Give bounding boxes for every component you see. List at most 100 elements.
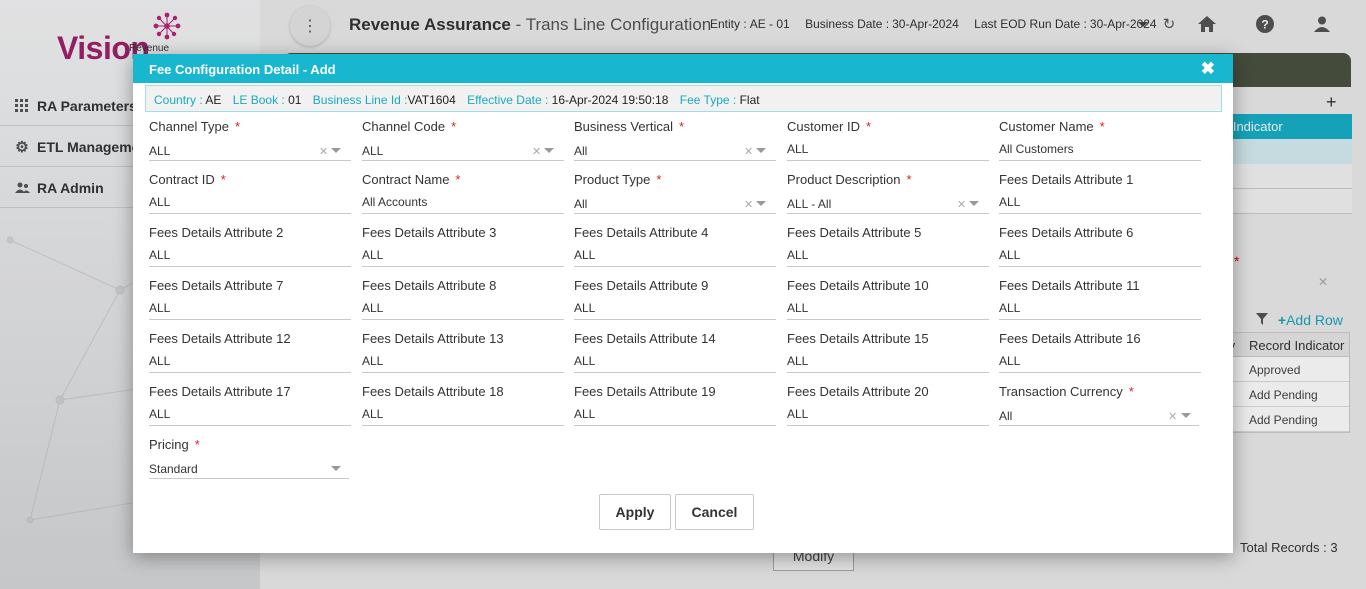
- field-label: Fees Details Attribute 4: [574, 225, 709, 240]
- customer-id-input[interactable]: ALL: [787, 137, 989, 161]
- field-label: Contract Name *: [362, 172, 461, 187]
- field-label: Product Type *: [574, 172, 662, 187]
- fees-attr-9-input[interactable]: ALL: [574, 296, 776, 320]
- close-icon[interactable]: ✖: [1201, 59, 1215, 79]
- fee-configuration-modal: Fee Configuration Detail - Add ✖ Country…: [133, 54, 1233, 553]
- field-label: Pricing *: [149, 437, 200, 452]
- fees-attr-1-input[interactable]: ALL: [999, 190, 1201, 214]
- field-label: Fees Details Attribute 10: [787, 278, 929, 293]
- field-label: Fees Details Attribute 5: [787, 225, 922, 240]
- country-label: Country :: [154, 93, 203, 107]
- clear-icon[interactable]: ✕: [1168, 410, 1177, 423]
- country-value: AE: [205, 93, 222, 107]
- fees-attr-17-input[interactable]: ALL: [149, 402, 351, 426]
- business-line-label: Business Line Id :: [312, 93, 408, 107]
- fees-attr-14-field: Fees Details Attribute 14 ALL: [574, 331, 776, 373]
- effective-date-value: 16-Apr-2024 19:50:18: [551, 93, 669, 107]
- clear-icon[interactable]: ✕: [532, 145, 541, 158]
- field-label: Transaction Currency *: [999, 384, 1134, 399]
- field-label: Fees Details Attribute 19: [574, 384, 716, 399]
- fees-attr-15-field: Fees Details Attribute 15 ALL: [787, 331, 989, 373]
- field-label: Customer Name *: [999, 119, 1105, 134]
- clear-icon[interactable]: ✕: [744, 145, 753, 158]
- clear-icon[interactable]: ✕: [319, 145, 328, 158]
- effective-date-label: Effective Date :: [467, 93, 549, 107]
- clear-icon[interactable]: ✕: [744, 198, 753, 211]
- chevron-down-icon[interactable]: [969, 201, 979, 206]
- contract-id-input[interactable]: ALL: [149, 190, 351, 214]
- fees-attr-18-input[interactable]: ALL: [362, 402, 564, 426]
- fees-attr-13-input[interactable]: ALL: [362, 349, 564, 373]
- fees-attr-4-input[interactable]: ALL: [574, 243, 776, 267]
- field-label: Fees Details Attribute 9: [574, 278, 709, 293]
- field-label: Fees Details Attribute 18: [362, 384, 504, 399]
- chevron-down-icon[interactable]: [1181, 413, 1191, 418]
- fees-attr-8-field: Fees Details Attribute 8 ALL: [362, 278, 564, 320]
- field-label: Fees Details Attribute 1: [999, 172, 1134, 187]
- field-label: Fees Details Attribute 15: [787, 331, 929, 346]
- field-label: Fees Details Attribute 6: [999, 225, 1134, 240]
- fees-attr-3-field: Fees Details Attribute 3 ALL: [362, 225, 564, 267]
- chevron-down-icon[interactable]: [331, 466, 341, 471]
- field-label: Fees Details Attribute 16: [999, 331, 1141, 346]
- clear-icon[interactable]: ✕: [957, 198, 966, 211]
- fees-attr-5-field: Fees Details Attribute 5 ALL: [787, 225, 989, 267]
- field-label: Contract ID *: [149, 172, 226, 187]
- pricing-select[interactable]: Standard: [149, 455, 349, 479]
- fees-attr-11-input[interactable]: ALL: [999, 296, 1201, 320]
- chevron-down-icon[interactable]: [756, 148, 766, 153]
- fees-attr-8-input[interactable]: ALL: [362, 296, 564, 320]
- fees-attr-17-field: Fees Details Attribute 17 ALL: [149, 384, 351, 426]
- fees-attr-14-input[interactable]: ALL: [574, 349, 776, 373]
- chevron-down-icon[interactable]: [331, 148, 341, 153]
- field-label: Fees Details Attribute 2: [149, 225, 284, 240]
- field-label: Fees Details Attribute 14: [574, 331, 716, 346]
- fees-attr-7-input[interactable]: ALL: [149, 296, 351, 320]
- fees-attr-6-input[interactable]: ALL: [999, 243, 1201, 267]
- fee-type-value: Flat: [739, 93, 760, 107]
- channel-code-field: Channel Code * ALL ✕: [362, 119, 564, 161]
- field-label: Fees Details Attribute 11: [999, 278, 1140, 293]
- fees-attr-11-field: Fees Details Attribute 11 ALL: [999, 278, 1201, 320]
- fees-attr-2-input[interactable]: ALL: [149, 243, 351, 267]
- fees-attr-12-field: Fees Details Attribute 12 ALL: [149, 331, 351, 373]
- field-label: Fees Details Attribute 8: [362, 278, 497, 293]
- contract-name-input[interactable]: All Accounts: [362, 190, 564, 214]
- fees-attr-12-input[interactable]: ALL: [149, 349, 351, 373]
- fees-attr-16-field: Fees Details Attribute 16 ALL: [999, 331, 1201, 373]
- fees-attr-15-input[interactable]: ALL: [787, 349, 989, 373]
- field-label: Fees Details Attribute 7: [149, 278, 284, 293]
- product-type-field: Product Type * All ✕: [574, 172, 776, 214]
- modal-header: Fee Configuration Detail - Add ✖: [133, 54, 1233, 83]
- fees-attr-10-input[interactable]: ALL: [787, 296, 989, 320]
- le-book-value: 01: [288, 93, 302, 107]
- transaction-currency-field: Transaction Currency * All ✕: [999, 384, 1199, 426]
- fee-type-label: Fee Type :: [679, 93, 737, 107]
- customer-name-field: Customer Name * All Customers: [999, 119, 1201, 161]
- apply-button[interactable]: Apply: [599, 494, 671, 530]
- fees-attr-7-field: Fees Details Attribute 7 ALL: [149, 278, 351, 320]
- fees-attr-1-field: Fees Details Attribute 1 ALL: [999, 172, 1201, 214]
- contract-name-field: Contract Name * All Accounts: [362, 172, 564, 214]
- contract-id-field: Contract ID * ALL: [149, 172, 351, 214]
- field-label: Fees Details Attribute 12: [149, 331, 291, 346]
- fees-attr-2-field: Fees Details Attribute 2 ALL: [149, 225, 351, 267]
- fees-attr-20-input[interactable]: ALL: [787, 402, 989, 426]
- field-label: Channel Type *: [149, 119, 241, 134]
- business-line-value: VAT1604: [407, 93, 456, 107]
- fees-attr-19-input[interactable]: ALL: [574, 402, 776, 426]
- fees-attr-6-field: Fees Details Attribute 6 ALL: [999, 225, 1201, 267]
- fees-attr-5-input[interactable]: ALL: [787, 243, 989, 267]
- cancel-button[interactable]: Cancel: [675, 494, 754, 530]
- pricing-field: Pricing * Standard: [149, 437, 349, 479]
- fees-attr-9-field: Fees Details Attribute 9 ALL: [574, 278, 776, 320]
- fees-attr-3-input[interactable]: ALL: [362, 243, 564, 267]
- customer-name-input[interactable]: All Customers: [999, 137, 1201, 161]
- customer-id-field: Customer ID * ALL: [787, 119, 989, 161]
- chevron-down-icon[interactable]: [544, 148, 554, 153]
- fees-attr-4-field: Fees Details Attribute 4 ALL: [574, 225, 776, 267]
- chevron-down-icon[interactable]: [756, 201, 766, 206]
- field-label: Fees Details Attribute 17: [149, 384, 291, 399]
- channel-type-field: Channel Type * ALL ✕: [149, 119, 351, 161]
- fees-attr-16-input[interactable]: ALL: [999, 349, 1201, 373]
